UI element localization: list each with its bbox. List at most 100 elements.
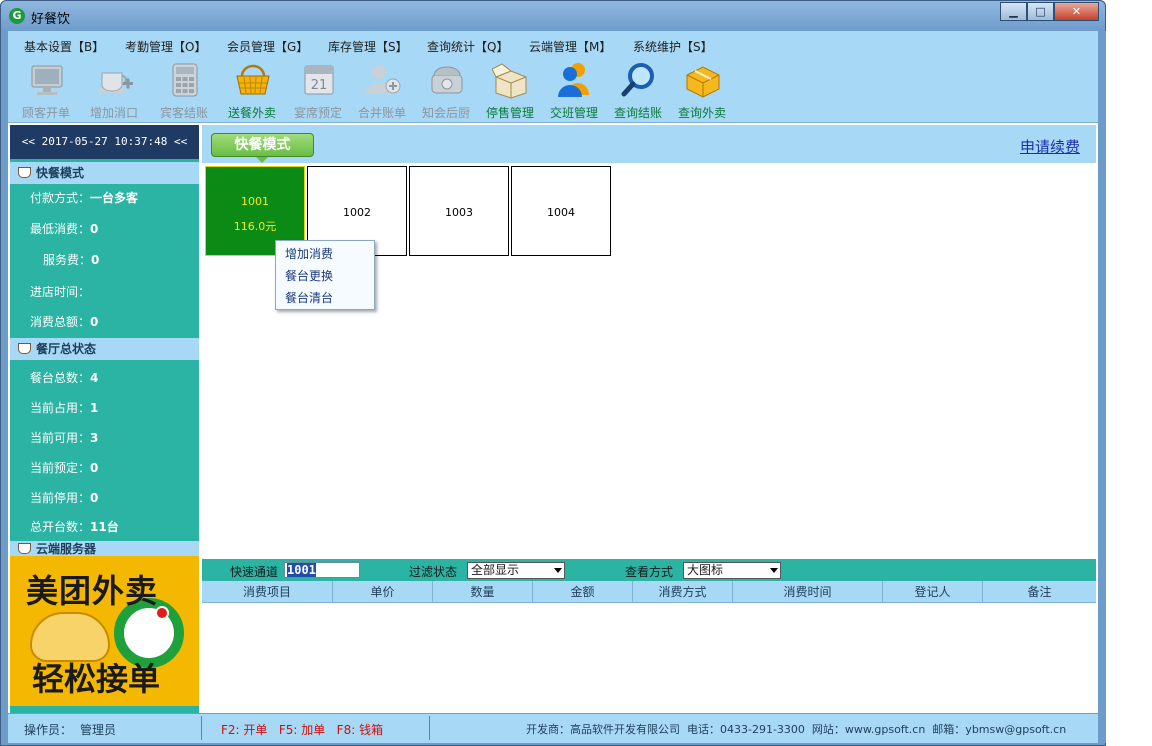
ad-headline: 美团外卖 xyxy=(26,572,159,610)
table-name: 1003 xyxy=(445,206,473,219)
section-fast-food-mode: 快餐模式 xyxy=(10,162,199,184)
tool-label: 停售管理 xyxy=(485,106,534,120)
minimum-spend: 最低消费：0 xyxy=(30,222,99,236)
col-amount[interactable]: 金额 xyxy=(533,581,633,603)
menu-system[interactable]: 系统维护【S】 xyxy=(633,38,713,55)
parcel-icon xyxy=(686,66,720,98)
main-panel: 快餐模式 申请续费 1001 116.0元 1002 1003 1004 增加消… xyxy=(202,125,1096,713)
menu-inventory[interactable]: 库存管理【S】 xyxy=(328,38,408,55)
window-title: 好餐饮 xyxy=(31,12,71,27)
status-divider xyxy=(201,716,202,740)
tool-label: 交班管理 xyxy=(549,106,598,120)
tool-open-order[interactable]: 顾客开单 xyxy=(14,57,78,121)
tool-add-consumption[interactable]: 增加消口 xyxy=(82,57,146,121)
basket-icon xyxy=(236,64,270,95)
table-1004[interactable]: 1004 xyxy=(511,166,611,256)
toolbar: 顾客开单 增加消口 宾客结账 送餐外卖 21 宴席预定 合并账单 知会后厨 停售… xyxy=(8,57,1098,123)
section-restaurant-status: 餐厅总状态 xyxy=(10,338,199,360)
payment-method: 付款方式：一台多客 xyxy=(30,191,139,205)
menu-change-table[interactable]: 餐台更换 xyxy=(285,267,333,284)
mode-strip: 快餐模式 申请续费 xyxy=(202,125,1096,163)
app-window: G 好餐饮 ▁ □ ✕ 基本设置【B】 考勤管理【O】 会员管理【G】 库存管理… xyxy=(0,0,1106,746)
table-amount: 116.0元 xyxy=(233,220,277,233)
tool-query-checkout[interactable]: 查询结账 xyxy=(606,57,670,121)
tool-guest-checkout[interactable]: 宾客结账 xyxy=(152,57,216,121)
table-name: 1001 xyxy=(241,195,269,208)
box-icon xyxy=(492,63,527,99)
tool-notify-kitchen[interactable]: 知会后厨 xyxy=(414,57,478,121)
tool-label: 查询外卖 xyxy=(677,106,726,120)
col-unit-price[interactable]: 单价 xyxy=(333,581,433,603)
tool-stop-sale[interactable]: 停售管理 xyxy=(478,57,542,121)
consumption-grid-body[interactable] xyxy=(202,603,1096,713)
users-icon xyxy=(558,63,589,97)
menu-bar: 基本设置【B】 考勤管理【O】 会员管理【G】 库存管理【S】 查询统计【Q】 … xyxy=(8,31,1098,57)
meituan-ad-banner[interactable]: 美团外卖 轻松接单 xyxy=(10,556,199,706)
service-fee: 服务费：0 xyxy=(43,253,100,267)
magnifier-icon xyxy=(621,63,654,97)
tool-query-delivery[interactable]: 查询外卖 xyxy=(670,57,734,121)
col-time[interactable]: 消费时间 xyxy=(733,581,883,603)
col-quantity[interactable]: 数量 xyxy=(433,581,533,603)
tool-shift-handover[interactable]: 交班管理 xyxy=(542,57,606,121)
section-title: 云端服务器 xyxy=(36,542,97,556)
window-frame-right xyxy=(1098,31,1106,743)
tool-merge-bills[interactable]: 合并账单 xyxy=(350,57,414,121)
tool-label: 查询结账 xyxy=(613,106,662,120)
developer-info: 开发商：高品软件开发有限公司 电话：0433-291-3300 网站：www.g… xyxy=(526,723,1067,736)
section-cloud-server: 云端服务器 xyxy=(10,541,199,557)
tool-label: 送餐外卖 xyxy=(227,106,276,120)
operator-label: 操作员： xyxy=(24,723,73,737)
shortcut-hints: F2: 开单 F5: 加单 F8: 钱箱 xyxy=(221,723,384,737)
tool-label: 知会后厨 xyxy=(421,106,470,120)
table-1003[interactable]: 1003 xyxy=(409,166,509,256)
client-area: 基本设置【B】 考勤管理【O】 会员管理【G】 库存管理【S】 查询统计【Q】 … xyxy=(8,31,1098,743)
window-controls: ▁ □ ✕ xyxy=(1000,2,1099,21)
monitor-icon xyxy=(31,65,63,95)
renew-link[interactable]: 申请续费 xyxy=(1020,136,1080,157)
phone-icon xyxy=(431,66,463,94)
tool-label: 顾客开单 xyxy=(21,106,70,120)
col-item[interactable]: 消费项目 xyxy=(202,581,333,603)
col-payment-type[interactable]: 消费方式 xyxy=(633,581,733,603)
consumption-grid-header: 消费项目 单价 数量 金额 消费方式 消费时间 登记人 备注 xyxy=(202,581,1096,603)
status-divider xyxy=(429,716,430,740)
col-remarks[interactable]: 备注 xyxy=(983,581,1096,603)
col-registrar[interactable]: 登记人 xyxy=(883,581,983,603)
section-title: 餐厅总状态 xyxy=(36,342,97,356)
tool-delivery[interactable]: 送餐外卖 xyxy=(220,57,284,121)
filter-bar: 快速通道 1001 过滤状态 全部显示 查看方式 大图标 xyxy=(202,559,1096,581)
datetime-display: << 2017-05-27 10:37:48 << xyxy=(10,125,199,159)
close-button[interactable]: ✕ xyxy=(1054,2,1099,21)
title-bar[interactable]: G 好餐饮 ▁ □ ✕ xyxy=(1,1,1105,31)
menu-clear-table[interactable]: 餐台清台 xyxy=(285,289,333,306)
tab-fast-food-mode[interactable]: 快餐模式 xyxy=(211,133,314,157)
filter-status-label: 过滤状态 xyxy=(409,565,458,579)
operator-name: 管理员 xyxy=(80,723,117,737)
tables-area: 1001 116.0元 1002 1003 1004 增加消费 餐台更换 餐台清… xyxy=(202,163,1096,559)
view-mode-select[interactable]: 大图标 xyxy=(683,562,781,579)
menu-members[interactable]: 会员管理【G】 xyxy=(227,38,308,55)
tool-label: 宾客结账 xyxy=(159,106,208,120)
quick-channel-input[interactable]: 1001 xyxy=(284,562,360,578)
cup-icon xyxy=(18,543,31,554)
menu-attendance[interactable]: 考勤管理【O】 xyxy=(125,38,206,55)
chevron-down-icon xyxy=(554,568,562,573)
filter-status-select[interactable]: 全部显示 xyxy=(467,562,565,579)
status-bar: 操作员： 管理员 F2: 开单 F5: 加单 F8: 钱箱 开发商：高品软件开发… xyxy=(8,713,1098,743)
tool-banquet-reserve[interactable]: 21 宴席预定 xyxy=(286,57,350,121)
menu-query-stats[interactable]: 查询统计【Q】 xyxy=(427,38,508,55)
menu-basic-settings[interactable]: 基本设置【B】 xyxy=(24,38,104,55)
maximize-button[interactable]: □ xyxy=(1027,2,1054,21)
total-tables: 餐台总数：4 xyxy=(30,371,99,385)
minimize-button[interactable]: ▁ xyxy=(1000,2,1027,21)
total-consumption: 消费总额：0 xyxy=(30,315,99,329)
app-logo-icon: G xyxy=(9,8,25,24)
entry-time: 进店时间： xyxy=(30,285,91,299)
menu-cloud[interactable]: 云端管理【M】 xyxy=(529,38,611,55)
menu-add-consumption[interactable]: 增加消费 xyxy=(285,245,333,262)
table-name: 1002 xyxy=(343,206,371,219)
tool-label: 宴席预定 xyxy=(293,106,342,120)
total-opened: 总开台数：11台 xyxy=(30,520,119,534)
tool-label: 合并账单 xyxy=(357,106,406,120)
